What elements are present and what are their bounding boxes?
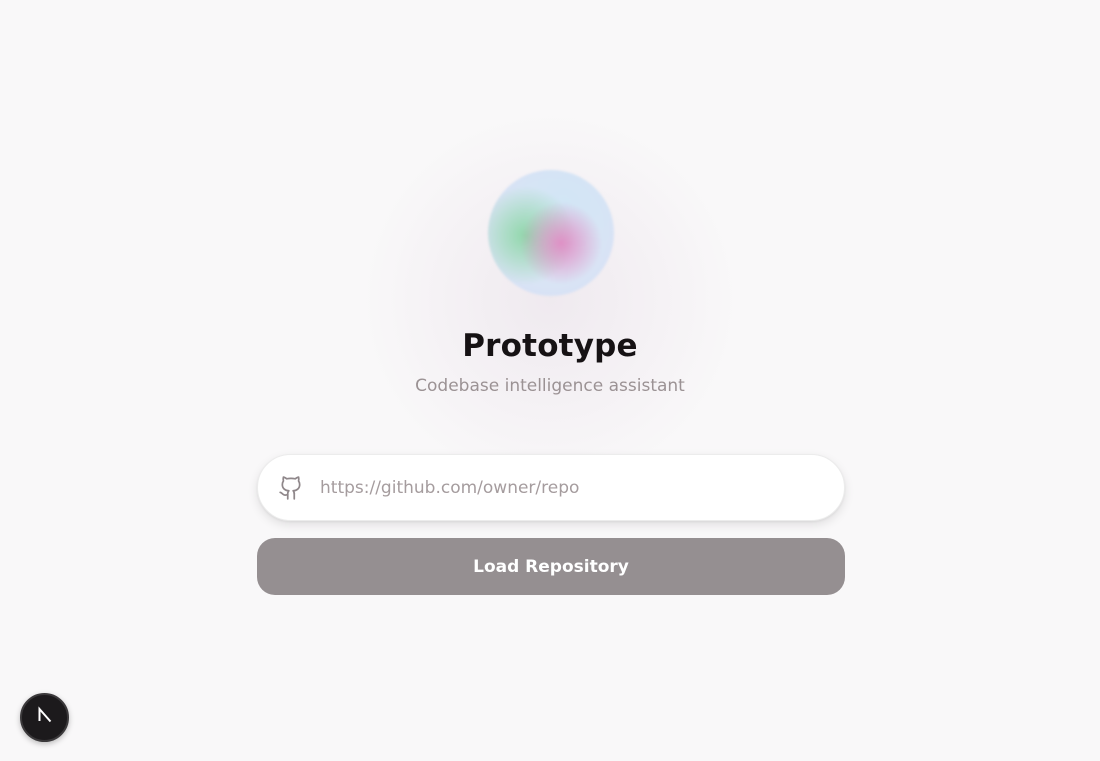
repo-url-field[interactable]: [257, 454, 845, 521]
landing-page: Prototype Codebase intelligence assistan…: [0, 0, 1100, 761]
repo-url-input[interactable]: [320, 467, 820, 509]
github-icon: [278, 475, 304, 501]
nextjs-dev-indicator-button[interactable]: [20, 693, 69, 742]
app-subtitle: Codebase intelligence assistant: [415, 376, 685, 396]
gradient-orb-logo: [488, 170, 614, 296]
load-repository-button[interactable]: Load Repository: [257, 538, 845, 595]
app-title: Prototype: [462, 328, 638, 364]
background-glow: [360, 110, 740, 490]
nextjs-icon: [35, 705, 55, 730]
